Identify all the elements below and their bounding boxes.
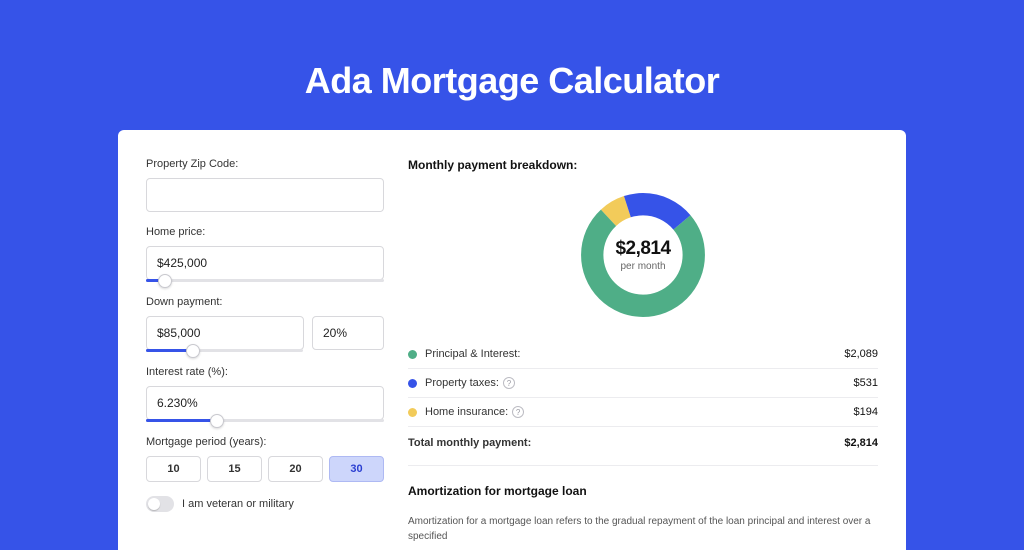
home-price-input[interactable] bbox=[146, 246, 384, 280]
period-label: Mortgage period (years): bbox=[146, 436, 384, 448]
period-btn-30[interactable]: 30 bbox=[329, 456, 384, 482]
interest-field-group: Interest rate (%): bbox=[146, 366, 384, 422]
page-title: Ada Mortgage Calculator bbox=[0, 0, 1024, 130]
donut-amount: $2,814 bbox=[615, 238, 670, 260]
veteran-toggle[interactable] bbox=[146, 496, 174, 512]
breakdown-heading: Monthly payment breakdown: bbox=[408, 158, 878, 172]
slider-thumb-icon[interactable] bbox=[210, 414, 224, 428]
interest-input[interactable] bbox=[146, 386, 384, 420]
calculator-card: Property Zip Code: Home price: Down paym… bbox=[118, 130, 906, 550]
down-payment-input[interactable] bbox=[146, 316, 304, 350]
period-btn-15[interactable]: 15 bbox=[207, 456, 262, 482]
legend-label: Principal & Interest: bbox=[425, 348, 520, 360]
form-column: Property Zip Code: Home price: Down paym… bbox=[146, 158, 384, 550]
zip-input[interactable] bbox=[146, 178, 384, 212]
toggle-knob-icon bbox=[148, 498, 160, 510]
donut-chart: $2,814 per month bbox=[576, 188, 710, 322]
legend-value: $531 bbox=[854, 377, 878, 389]
veteran-label: I am veteran or military bbox=[182, 498, 294, 510]
donut-sub: per month bbox=[620, 261, 665, 272]
home-price-field-group: Home price: bbox=[146, 226, 384, 282]
zip-field-group: Property Zip Code: bbox=[146, 158, 384, 212]
legend-dot-icon bbox=[408, 408, 417, 417]
legend-label: Home insurance: bbox=[425, 406, 508, 418]
amortization-text: Amortization for a mortgage loan refers … bbox=[408, 514, 878, 544]
down-payment-pct-input[interactable] bbox=[312, 316, 384, 350]
donut-chart-wrap: $2,814 per month bbox=[408, 188, 878, 322]
interest-label: Interest rate (%): bbox=[146, 366, 384, 378]
down-payment-slider[interactable] bbox=[146, 349, 303, 352]
total-row: Total monthly payment: $2,814 bbox=[408, 426, 878, 459]
period-field-group: Mortgage period (years): 10152030 bbox=[146, 436, 384, 482]
amortization-section: Amortization for mortgage loan Amortizat… bbox=[408, 465, 878, 544]
donut-center: $2,814 per month bbox=[576, 188, 710, 322]
slider-thumb-icon[interactable] bbox=[186, 344, 200, 358]
legend-dot-icon bbox=[408, 379, 417, 388]
slider-thumb-icon[interactable] bbox=[158, 274, 172, 288]
legend-dot-icon bbox=[408, 350, 417, 359]
total-label: Total monthly payment: bbox=[408, 437, 531, 449]
home-price-label: Home price: bbox=[146, 226, 384, 238]
legend-value: $194 bbox=[854, 406, 878, 418]
zip-label: Property Zip Code: bbox=[146, 158, 384, 170]
breakdown-column: Monthly payment breakdown: $2,814 per mo… bbox=[408, 158, 878, 550]
amortization-heading: Amortization for mortgage loan bbox=[408, 484, 878, 498]
down-payment-label: Down payment: bbox=[146, 296, 384, 308]
info-icon[interactable]: ? bbox=[512, 406, 524, 418]
legend-row-ins: Home insurance:? $194 bbox=[408, 398, 878, 426]
legend-row-tax: Property taxes:? $531 bbox=[408, 369, 878, 398]
home-price-slider[interactable] bbox=[146, 279, 384, 282]
interest-slider[interactable] bbox=[146, 419, 384, 422]
veteran-toggle-row: I am veteran or military bbox=[146, 496, 384, 512]
info-icon[interactable]: ? bbox=[503, 377, 515, 389]
legend-label: Property taxes: bbox=[425, 377, 499, 389]
period-btn-20[interactable]: 20 bbox=[268, 456, 323, 482]
total-value: $2,814 bbox=[844, 437, 878, 449]
period-btn-10[interactable]: 10 bbox=[146, 456, 201, 482]
legend-value: $2,089 bbox=[844, 348, 878, 360]
legend-row-pi: Principal & Interest: $2,089 bbox=[408, 340, 878, 369]
down-payment-field-group: Down payment: bbox=[146, 296, 384, 352]
